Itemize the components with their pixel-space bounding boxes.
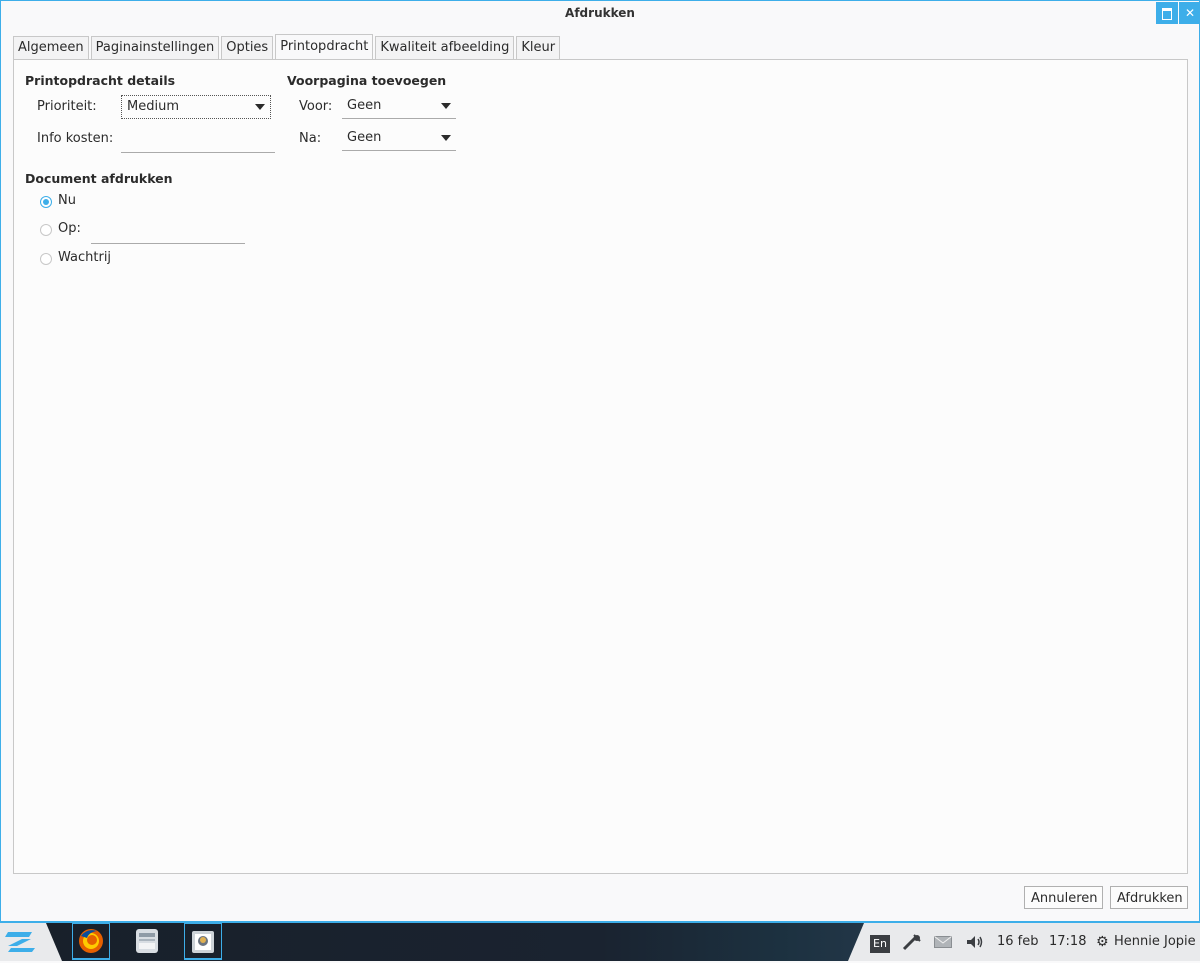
job-details-heading: Printopdracht details bbox=[25, 73, 176, 88]
before-select[interactable]: Geen bbox=[342, 95, 456, 119]
chevron-down-icon bbox=[255, 104, 265, 110]
before-value: Geen bbox=[347, 98, 382, 113]
tab-bar: Algemeen Paginainstellingen Opties Print… bbox=[13, 34, 562, 59]
radio-at-label: Op: bbox=[58, 221, 81, 236]
close-icon[interactable]: ✕ bbox=[1179, 2, 1200, 24]
firefox-icon bbox=[79, 929, 103, 953]
print-button[interactable]: Afdrukken bbox=[1110, 886, 1188, 909]
after-select[interactable]: Geen bbox=[342, 127, 456, 151]
tab-kwaliteit-afbeelding[interactable]: Kwaliteit afbeelding bbox=[375, 36, 515, 59]
maximize-icon[interactable] bbox=[1156, 2, 1178, 24]
mail-icon[interactable] bbox=[934, 936, 952, 948]
chevron-down-icon bbox=[441, 103, 451, 109]
volume-icon[interactable] bbox=[966, 935, 984, 949]
billing-input[interactable] bbox=[121, 128, 275, 153]
priority-value: Medium bbox=[127, 99, 179, 114]
file-manager-icon bbox=[136, 929, 158, 953]
print-dialog-window: Afdrukken ✕ Algemeen Paginainstellingen … bbox=[0, 0, 1200, 922]
window-title: Afdrukken bbox=[1, 1, 1199, 25]
taskbar-firefox[interactable] bbox=[72, 923, 110, 960]
taskbar-files[interactable] bbox=[128, 923, 166, 960]
cancel-button[interactable]: Annuleren bbox=[1024, 886, 1103, 909]
taskbar: En 16 feb 17:18 ⚙ Hennie Jopie bbox=[0, 922, 1200, 961]
priority-label: Prioriteit: bbox=[37, 99, 97, 114]
radio-at[interactable] bbox=[40, 224, 52, 236]
gear-icon[interactable]: ⚙ bbox=[1096, 934, 1109, 950]
cover-page-heading: Voorpagina toevoegen bbox=[287, 73, 447, 88]
tab-printopdracht[interactable]: Printopdracht bbox=[275, 34, 374, 59]
tab-kleur[interactable]: Kleur bbox=[516, 36, 561, 59]
radio-now-label: Nu bbox=[58, 193, 76, 208]
tab-algemeen[interactable]: Algemeen bbox=[13, 36, 89, 59]
system-tray: En 16 feb 17:18 ⚙ Hennie Jopie bbox=[848, 923, 1200, 961]
radio-hold[interactable] bbox=[40, 253, 52, 265]
start-menu-button[interactable] bbox=[0, 923, 62, 961]
network-icon[interactable] bbox=[902, 933, 922, 951]
tray-user-name[interactable]: Hennie Jopie bbox=[1114, 934, 1196, 949]
taskbar-print-dialog[interactable] bbox=[184, 923, 222, 960]
print-at-input[interactable] bbox=[91, 219, 245, 244]
after-value: Geen bbox=[347, 130, 382, 145]
radio-hold-label: Wachtrij bbox=[58, 250, 112, 265]
tab-panel: Printopdracht details Prioriteit: Medium… bbox=[13, 59, 1188, 874]
tab-paginainstellingen[interactable]: Paginainstellingen bbox=[90, 36, 220, 59]
tray-time[interactable]: 17:18 bbox=[1049, 934, 1086, 949]
tab-opties[interactable]: Opties bbox=[221, 36, 274, 59]
keyboard-layout-indicator[interactable]: En bbox=[870, 935, 890, 953]
radio-now[interactable] bbox=[40, 196, 52, 208]
printer-icon bbox=[192, 931, 214, 953]
before-label: Voor: bbox=[299, 99, 333, 114]
chevron-down-icon bbox=[441, 135, 451, 141]
billing-label: Info kosten: bbox=[37, 131, 114, 146]
priority-select[interactable]: Medium bbox=[121, 95, 271, 119]
print-document-heading: Document afdrukken bbox=[25, 171, 173, 186]
tray-date[interactable]: 16 feb bbox=[997, 934, 1039, 949]
after-label: Na: bbox=[299, 131, 322, 146]
zorin-logo-icon bbox=[5, 932, 35, 952]
